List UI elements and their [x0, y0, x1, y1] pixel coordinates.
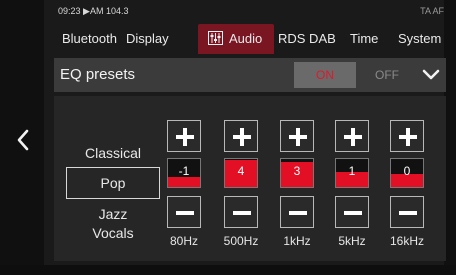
preset-pop[interactable]: Pop: [66, 167, 160, 199]
band-level-fill: [168, 177, 200, 187]
band-frequency-label: 16kHz: [389, 234, 424, 248]
plus-icon: [289, 128, 307, 146]
band-increase-button[interactable]: [280, 120, 314, 152]
band-level-value: 0: [403, 164, 411, 178]
band-level-indicator: 4: [224, 158, 258, 188]
band-decrease-button[interactable]: [280, 196, 314, 228]
band-frequency-label: 80Hz: [169, 234, 198, 248]
band-increase-button[interactable]: [224, 120, 258, 152]
bottom-bezel: [0, 265, 456, 275]
plus-icon: [233, 128, 251, 146]
band-decrease-button[interactable]: [390, 196, 424, 228]
band-level-value: 3: [293, 164, 301, 178]
eq-off-button[interactable]: OFF: [356, 62, 418, 88]
band-level-indicator: -1: [167, 158, 201, 188]
eq-presets-title: EQ presets: [60, 66, 136, 83]
equalizer-icon: [208, 31, 223, 46]
status-time-radio: 09:23 ▶AM 104.3: [58, 6, 129, 16]
tab-system[interactable]: System: [398, 24, 441, 54]
band-decrease-button[interactable]: [167, 196, 201, 228]
preset-jazz[interactable]: Jazz: [66, 206, 160, 222]
minus-icon: [176, 211, 194, 215]
tab-label: Display: [126, 31, 169, 46]
eq-on-button[interactable]: ON: [294, 62, 356, 88]
plus-icon: [344, 128, 362, 146]
tab-rds-dab[interactable]: RDS DAB: [278, 24, 336, 54]
audio-settings-screen: 09:23 ▶AM 104.3 TA AF Bluetooth Display …: [0, 0, 456, 275]
eq-presets-header: EQ presets ON OFF: [54, 58, 446, 92]
band-frequency-label: 1kHz: [283, 234, 311, 248]
chevron-down-icon[interactable]: [418, 62, 444, 88]
tab-label: Time: [350, 31, 379, 46]
preset-vocals[interactable]: Vocals: [66, 225, 160, 241]
status-bar: 09:23 ▶AM 104.3 TA AF: [58, 6, 444, 20]
minus-icon: [399, 211, 417, 215]
band-increase-button[interactable]: [335, 120, 369, 152]
tab-label: Audio: [229, 31, 263, 46]
minus-icon: [233, 211, 251, 215]
band-decrease-button[interactable]: [224, 196, 258, 228]
minus-icon: [344, 211, 362, 215]
tab-label: Bluetooth: [62, 31, 117, 46]
tab-time[interactable]: Time: [350, 24, 378, 54]
plus-icon: [399, 128, 417, 146]
band-frequency-label: 5kHz: [338, 234, 366, 248]
band-level-value: 1: [348, 164, 356, 178]
band-increase-button[interactable]: [390, 120, 424, 152]
tab-display[interactable]: Display: [126, 24, 169, 54]
band-level-value: 4: [237, 164, 245, 178]
band-level-indicator: 3: [280, 158, 314, 188]
tab-label: RDS DAB: [278, 31, 336, 46]
band-level-indicator: 1: [335, 158, 369, 188]
tab-bluetooth[interactable]: Bluetooth: [62, 24, 117, 54]
band-level-value: -1: [178, 164, 190, 178]
tab-label: System: [398, 31, 442, 46]
band-level-indicator: 0: [390, 158, 424, 188]
settings-tabs: Bluetooth Display Audio RDS DAB Time Sys…: [54, 24, 446, 54]
status-flags: TA AF: [420, 6, 444, 16]
band-decrease-button[interactable]: [335, 196, 369, 228]
band-frequency-label: 500Hz: [223, 234, 259, 248]
plus-icon: [176, 128, 194, 146]
minus-icon: [289, 211, 307, 215]
chevron-left-icon[interactable]: [14, 128, 32, 152]
band-increase-button[interactable]: [167, 120, 201, 152]
tab-audio[interactable]: Audio: [198, 24, 275, 54]
preset-classical[interactable]: Classical: [66, 145, 160, 161]
